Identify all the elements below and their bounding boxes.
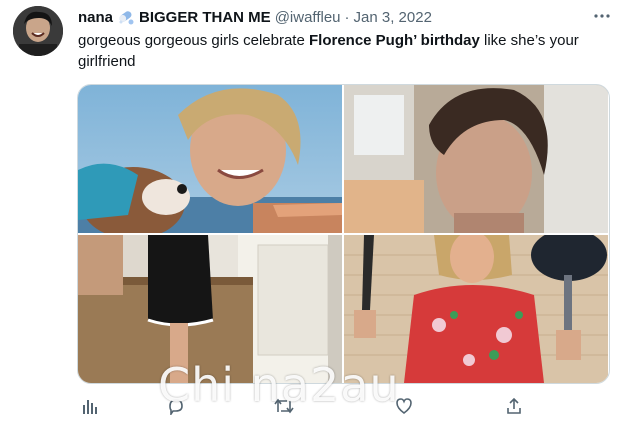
pill-emoji-icon bbox=[116, 8, 136, 26]
handle[interactable]: @iwaffleu bbox=[275, 9, 341, 26]
tweet-header: nana BIGGER THAN ME @iwaffleu · Jan 3, 2… bbox=[78, 7, 594, 27]
avatar[interactable] bbox=[13, 6, 63, 56]
retweet-icon[interactable] bbox=[272, 394, 296, 418]
like-icon[interactable] bbox=[392, 394, 416, 418]
reply-icon[interactable] bbox=[164, 394, 188, 418]
black-dress-photo[interactable] bbox=[78, 235, 342, 383]
action-bar bbox=[78, 394, 528, 418]
knife-pan-photo[interactable] bbox=[344, 235, 608, 383]
display-name[interactable]: nana bbox=[78, 9, 113, 26]
more-dots-icon[interactable] bbox=[592, 9, 612, 23]
analytics-icon[interactable] bbox=[78, 394, 102, 418]
tweet-text-before: gorgeous gorgeous girls celebrate bbox=[78, 32, 309, 49]
separator: · bbox=[344, 8, 350, 26]
tweet-date[interactable]: Jan 3, 2022 bbox=[354, 9, 432, 26]
share-icon[interactable] bbox=[502, 394, 526, 418]
tweet-text-bold: Florence Pugh’ birthday bbox=[308, 32, 480, 49]
beach-dog-photo[interactable] bbox=[78, 85, 342, 233]
display-name-suffix[interactable]: BIGGER THAN ME bbox=[139, 9, 271, 26]
media-grid[interactable] bbox=[77, 84, 610, 384]
tweet-text: gorgeous gorgeous girls celebrate Floren… bbox=[78, 30, 608, 72]
closeup-portrait-photo[interactable] bbox=[344, 85, 608, 233]
